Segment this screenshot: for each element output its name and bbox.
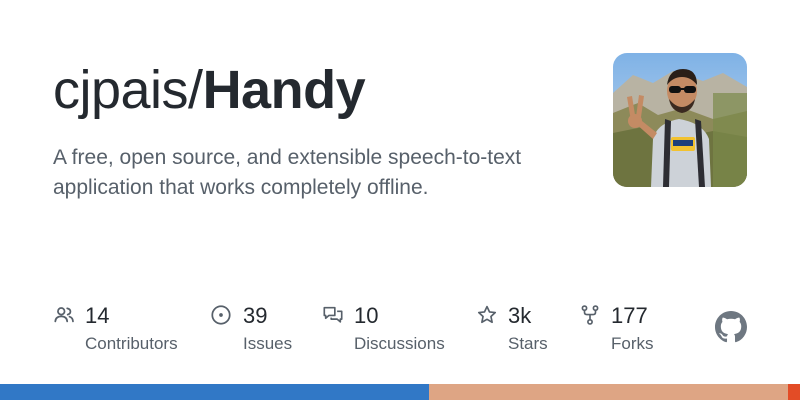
stat-label: Stars xyxy=(508,334,548,353)
repo-description: A free, open source, and extensible spee… xyxy=(53,146,522,199)
stat-count: 177 xyxy=(611,303,648,328)
repo-stats: 14 Contributors 39 Issues 10 Discussions… xyxy=(0,300,800,370)
owner-avatar[interactable] xyxy=(613,53,747,187)
stat-label: Issues xyxy=(243,334,293,353)
stat-label: Forks xyxy=(611,334,654,353)
star-icon xyxy=(477,305,497,324)
issue-icon xyxy=(211,305,231,325)
language-bar xyxy=(0,384,800,400)
language-bar-segment xyxy=(428,384,788,400)
avatar-photo xyxy=(613,53,747,187)
stat-label: Contributors xyxy=(85,334,178,353)
repo-title[interactable]: cjpais/Handy xyxy=(53,57,366,123)
stat-label: Discussions xyxy=(354,334,445,353)
repo-social-card: cjpais/Handy A free, open source, and ex… xyxy=(0,0,800,400)
stat-count: 14 xyxy=(85,303,110,328)
language-bar-segment xyxy=(787,384,800,400)
people-icon xyxy=(54,307,74,323)
repo-owner[interactable]: cjpais/ xyxy=(53,60,203,120)
discussions-icon xyxy=(323,306,343,323)
github-logo-icon[interactable] xyxy=(715,311,747,343)
stat-count: 10 xyxy=(354,303,379,328)
language-bar-segment xyxy=(0,384,429,400)
stat-count: 39 xyxy=(243,303,268,328)
repo-name[interactable]: Handy xyxy=(203,60,366,120)
stat-count: 3k xyxy=(508,303,532,328)
fork-icon xyxy=(581,305,599,325)
